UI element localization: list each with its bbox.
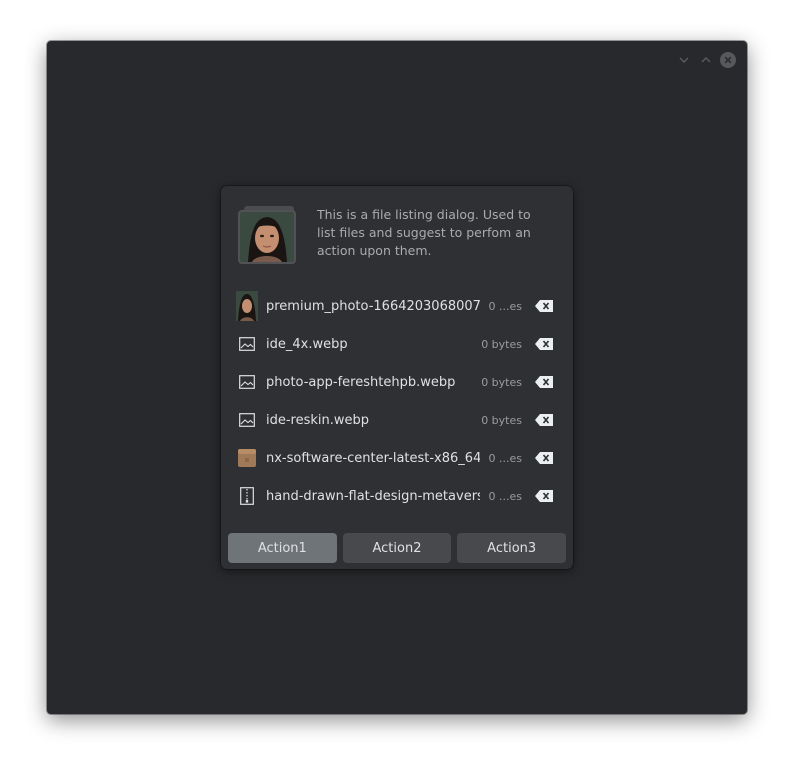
- image-file-icon: [236, 329, 258, 359]
- action2-button[interactable]: Action2: [342, 533, 452, 563]
- action-bar: Action1 Action2 Action3: [228, 533, 567, 563]
- file-size: 0 ...es: [488, 299, 522, 313]
- backspace-icon: [535, 338, 553, 350]
- preview-thumbnail-stack: [238, 206, 300, 268]
- file-size: 0 bytes: [481, 413, 522, 427]
- file-name: photo-app-fereshtehpb.webp: [266, 374, 456, 390]
- photo-thumbnail-icon: [236, 291, 258, 321]
- portrait-photo-icon: [240, 212, 294, 262]
- close-icon: [724, 56, 732, 64]
- file-name: nx-software-center-latest-x86_64....: [266, 450, 480, 466]
- dialog-message: This is a file listing dialog. Used to l…: [317, 207, 531, 258]
- file-name: premium_photo-1664203068007-...: [266, 298, 480, 314]
- file-listing-dialog: This is a file listing dialog. Used to l…: [221, 186, 573, 569]
- action3-button[interactable]: Action3: [457, 533, 567, 563]
- chevron-down-icon: [679, 57, 689, 63]
- window-controls: [676, 52, 736, 68]
- file-name: ide_4x.webp: [266, 336, 348, 352]
- package-icon: [236, 443, 258, 473]
- backspace-icon: [535, 414, 553, 426]
- file-size: 0 ...es: [488, 451, 522, 465]
- chevron-up-icon: [701, 57, 711, 63]
- file-row[interactable]: photo-app-fereshtehpb.webp 0 bytes: [236, 363, 558, 401]
- backspace-icon: [535, 376, 553, 388]
- file-row[interactable]: nx-software-center-latest-x86_64.... 0 .…: [236, 439, 558, 477]
- file-name: hand-drawn-flat-design-metavers...: [266, 488, 480, 504]
- dialog-header: This is a file listing dialog. Used to l…: [238, 206, 555, 270]
- remove-file-button[interactable]: [535, 451, 553, 465]
- remove-file-button[interactable]: [535, 299, 553, 313]
- backspace-icon: [535, 490, 553, 502]
- remove-file-button[interactable]: [535, 413, 553, 427]
- backspace-icon: [535, 452, 553, 464]
- file-row[interactable]: premium_photo-1664203068007-... 0 ...es: [236, 287, 558, 325]
- action1-button[interactable]: Action1: [228, 533, 337, 563]
- preview-thumbnail: [238, 210, 296, 264]
- remove-file-button[interactable]: [535, 489, 553, 503]
- app-window: This is a file listing dialog. Used to l…: [47, 41, 747, 714]
- remove-file-button[interactable]: [535, 337, 553, 351]
- file-size: 0 bytes: [481, 337, 522, 351]
- image-file-icon: [236, 405, 258, 435]
- minimize-button[interactable]: [676, 52, 692, 68]
- backspace-icon: [535, 300, 553, 312]
- file-list: premium_photo-1664203068007-... 0 ...es: [236, 287, 558, 515]
- close-window-button[interactable]: [720, 52, 736, 68]
- file-name: ide-reskin.webp: [266, 412, 370, 428]
- file-row[interactable]: ide_4x.webp 0 bytes: [236, 325, 558, 363]
- image-file-icon: [236, 367, 258, 397]
- maximize-button[interactable]: [698, 52, 714, 68]
- archive-file-icon: [236, 481, 258, 511]
- file-size: 0 bytes: [481, 375, 522, 389]
- file-row[interactable]: hand-drawn-flat-design-metavers... 0 ...…: [236, 477, 558, 515]
- file-row[interactable]: ide-reskin.webp 0 bytes: [236, 401, 558, 439]
- file-size: 0 ...es: [488, 489, 522, 503]
- remove-file-button[interactable]: [535, 375, 553, 389]
